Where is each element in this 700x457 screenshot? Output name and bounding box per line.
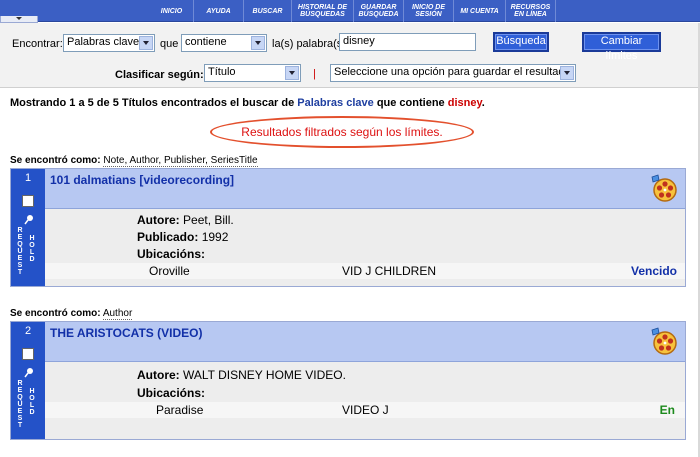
summary-mid: que contiene — [376, 97, 445, 109]
video-film-reel-icon — [651, 327, 677, 355]
filter-limits-note: Resultados filtrados según los límites. — [210, 116, 474, 148]
request-hold-button[interactable]: REQUEST HOLD — [16, 368, 42, 432]
found-as-2: Se encontró como: Author — [10, 308, 133, 320]
nav-ayuda[interactable]: AYUDA — [194, 0, 244, 22]
nav-inicio[interactable]: INICIO — [150, 0, 194, 22]
chevron-down-icon — [139, 36, 153, 50]
search-button[interactable]: Búsqueda — [493, 32, 549, 52]
holding-row: Oroville VID J CHILDREN Vencido — [45, 263, 685, 279]
summary-term: disney — [447, 97, 482, 109]
request-label: REQUEST — [17, 227, 23, 276]
author-value: WALT DISNEY HOME VIDEO. — [183, 368, 346, 382]
summary-field: Palabras clave — [297, 97, 374, 109]
search-input[interactable]: disney — [339, 33, 476, 51]
results-summary: Mostrando 1 a 5 de 5 Títulos encontrados… — [10, 97, 485, 109]
search-panel: Encontrar: Palabras clave que contiene l… — [0, 23, 700, 88]
record-header: 101 dalmatians [videorecording] — [45, 169, 685, 209]
holding-location: Paradise — [156, 403, 204, 417]
holding-status: Vencido — [630, 264, 677, 278]
que-label: que — [160, 38, 179, 50]
holding-location: Oroville — [149, 264, 190, 278]
record-card-1: 1 REQUEST HOLD 101 dalmatians [videoreco… — [10, 168, 686, 287]
save-results-select[interactable]: Seleccione una opción para guardar el re… — [330, 64, 576, 82]
holding-row: Paradise VIDEO J En — [45, 402, 685, 418]
found-as-fields: Author — [102, 308, 133, 320]
sort-select[interactable]: Título — [204, 64, 301, 82]
nav-guardar-busqueda[interactable]: GUARDAR BÚSQUEDA — [354, 0, 404, 22]
top-navigation-bar: INICIO AYUDA BUSCAR HISTORIAL DE BÚSQUED… — [0, 0, 700, 23]
nav-buscar[interactable]: BUSCAR — [244, 0, 292, 22]
record-number: 2 — [24, 325, 32, 337]
published-label: Publicado: — [137, 230, 199, 244]
words-label: la(s) palabra(s) — [272, 38, 346, 50]
record-sidebar: 2 REQUEST HOLD — [11, 322, 45, 439]
pushpin-icon — [24, 215, 33, 225]
holding-status: En — [659, 403, 675, 417]
locations-label: Ubicacións: — [137, 247, 206, 261]
record-title-link[interactable]: 101 dalmatians [videorecording] — [50, 173, 234, 187]
found-as-label: Se encontró como: — [10, 308, 101, 319]
found-as-fields: Note, Author, Publisher, SeriesTitle — [103, 155, 258, 167]
request-label: REQUEST — [17, 380, 23, 429]
found-as-1: Se encontró como: Note, Author, Publishe… — [10, 155, 258, 167]
locations-label: Ubicacións: — [137, 386, 206, 400]
request-hold-button[interactable]: REQUEST HOLD — [16, 215, 42, 279]
nav-recursos-en-linea[interactable]: RECURSOS EN LÍNEA — [506, 0, 556, 22]
found-as-label: Se encontró como: — [10, 155, 101, 166]
record-card-2: 2 REQUEST HOLD THE ARISTOCATS (VIDEO) Au… — [10, 321, 686, 440]
chevron-down-icon — [285, 66, 299, 80]
nav-mi-cuenta[interactable]: MI CUENTA — [454, 0, 506, 22]
record-sidebar: 1 REQUEST HOLD — [11, 169, 45, 286]
find-label: Encontrar: — [12, 38, 63, 50]
holding-call-number: VID J CHILDREN — [342, 264, 437, 278]
author-label: Autore: — [137, 368, 180, 382]
search-field-select[interactable]: Palabras clave — [63, 34, 155, 52]
nav-inicio-sesion[interactable]: INICIO DE SESIÓN — [404, 0, 454, 22]
record-details: Autore: WALT DISNEY HOME VIDEO. Ubicació… — [45, 362, 685, 439]
chevron-down-icon — [251, 36, 265, 50]
search-operator-value: contiene — [185, 36, 227, 48]
change-limits-button[interactable]: Cambiar límites — [582, 32, 661, 62]
nav-historial-busquedas[interactable]: HISTORIAL DE BÚSQUEDAS — [292, 0, 354, 22]
hold-label: HOLD — [29, 388, 35, 416]
search-operator-select[interactable]: contiene — [181, 34, 267, 52]
record-details: Autore: Peet, Bill. Publicado: 1992 Ubic… — [45, 209, 685, 286]
record-header: THE ARISTOCATS (VIDEO) — [45, 322, 685, 362]
sort-label: Clasificar según: — [115, 69, 204, 81]
record-select-checkbox[interactable] — [22, 195, 34, 207]
nav-collapse-toggle[interactable] — [0, 16, 38, 23]
save-results-value: Seleccione una opción para guardar el re… — [334, 66, 571, 78]
author-value: Peet, Bill. — [183, 213, 234, 227]
pushpin-icon — [24, 368, 33, 378]
holding-call-number: VIDEO J — [342, 403, 389, 417]
published-value: 1992 — [201, 230, 229, 244]
record-title-link[interactable]: THE ARISTOCATS (VIDEO) — [50, 326, 202, 340]
record-number: 1 — [24, 172, 32, 184]
hold-label: HOLD — [29, 235, 35, 263]
summary-end: . — [481, 97, 485, 109]
author-label: Autore: — [137, 213, 180, 227]
search-field-value: Palabras clave — [67, 36, 140, 48]
chevron-down-icon — [560, 66, 574, 80]
sort-value: Título — [208, 66, 236, 78]
summary-prefix: Mostrando 1 a 5 de 5 Títulos encontrados… — [10, 97, 295, 109]
record-select-checkbox[interactable] — [22, 348, 34, 360]
video-film-reel-icon — [651, 174, 677, 202]
toolbar-separator: | — [313, 68, 316, 80]
